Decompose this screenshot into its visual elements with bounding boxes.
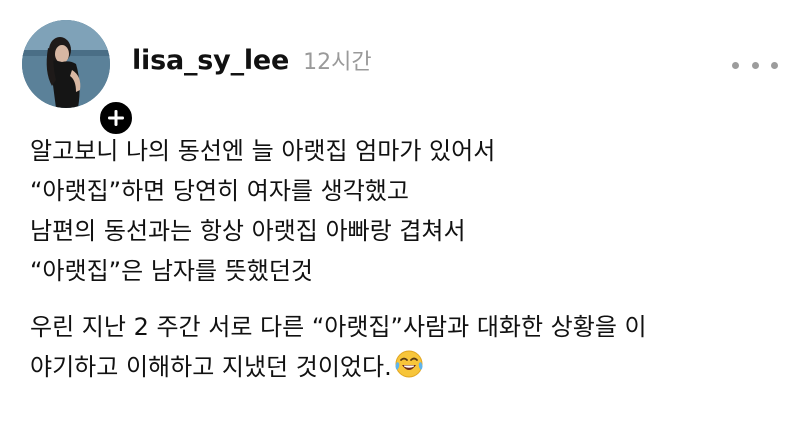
thread-post: lisa_sy_lee 12시간 알고보니 나의 동선엔 늘 아랫집 엄마가 있… bbox=[0, 0, 800, 436]
avatar-container bbox=[22, 20, 136, 138]
ellipsis-icon bbox=[751, 61, 759, 69]
avatar[interactable] bbox=[22, 20, 110, 108]
post-text: 야기하고 이해하고 지냈던 것이었다. bbox=[30, 353, 392, 381]
username-link[interactable]: lisa_sy_lee bbox=[132, 45, 289, 76]
plus-icon bbox=[108, 110, 124, 126]
post-text-line: “아랫집”은 남자를 뜻했던것 bbox=[30, 257, 314, 285]
post-body: 알고보니 나의 동선엔 늘 아랫집 엄마가 있어서 “아랫집”하면 당연히 여자… bbox=[30, 131, 790, 387]
face-with-tears-of-joy-icon bbox=[394, 349, 424, 391]
more-options-button[interactable] bbox=[732, 52, 778, 78]
post-text-line: 알고보니 나의 동선엔 늘 아랫집 엄마가 있어서 bbox=[30, 137, 496, 165]
profile-photo-icon bbox=[22, 20, 110, 108]
post-timestamp: 12시간 bbox=[303, 50, 372, 75]
ellipsis-icon bbox=[771, 61, 778, 69]
post-header: lisa_sy_lee 12시간 bbox=[132, 44, 372, 84]
ellipsis-icon bbox=[732, 61, 739, 69]
post-text-line: “아랫집”하면 당연히 여자를 생각했고 bbox=[30, 177, 409, 205]
post-text-line: 남편의 동선과는 항상 아랫집 아빠랑 겹쳐서 bbox=[30, 217, 466, 245]
post-text-line: 우린 지난 2 주간 서로 다른 “아랫집”사람과 대화한 상황을 이 bbox=[30, 313, 647, 341]
post-text-line-last: 야기하고 이해하고 지냈던 것이었다. bbox=[30, 347, 790, 387]
